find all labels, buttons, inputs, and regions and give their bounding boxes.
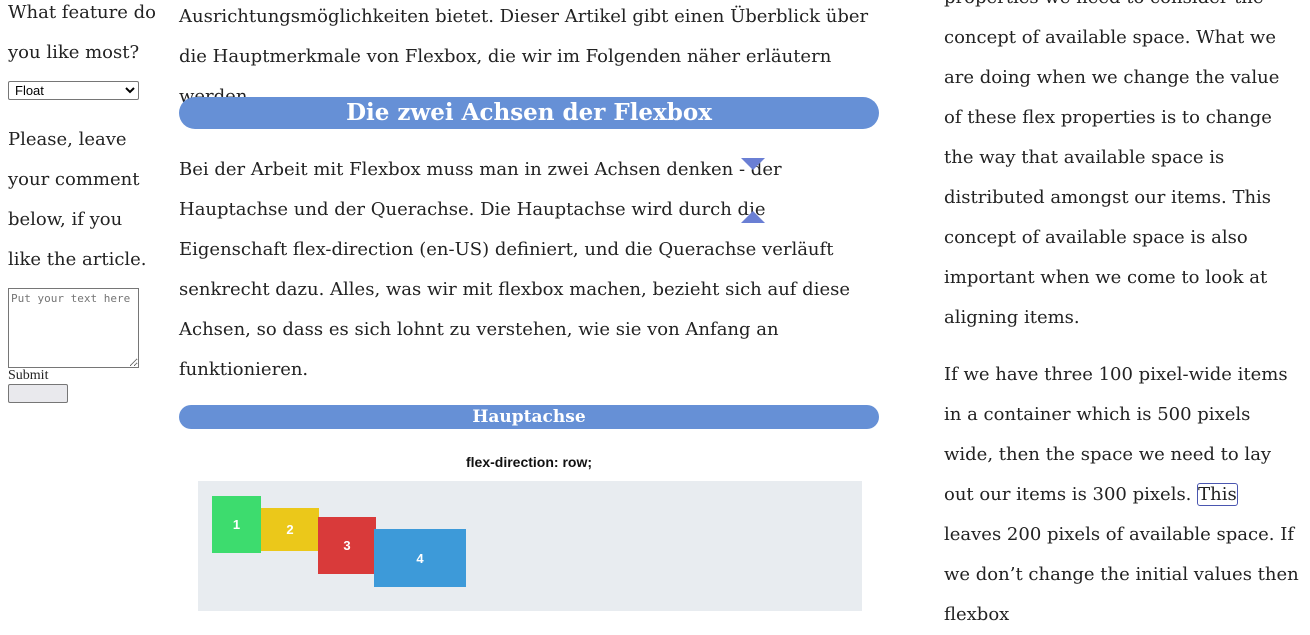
figure-caption: flex-direction: row; [465,454,592,470]
flex-item-3: 3 [318,517,376,574]
feature-question: What feature do you like most? [8,2,156,63]
comment-textarea[interactable] [8,288,139,368]
available-space-paragraph: properties we need to consider the conce… [944,0,1280,328]
axes-paragraph: Bei der Arbeit mit Flexbox muss man in z… [179,159,851,380]
pixel-example-text-end: leaves 200 pixels of available space. If… [944,524,1299,625]
flex-direction-figure: flex-direction: row; 1 2 3 4 [179,449,879,611]
pixel-example-paragraph: If we have three 100 pixel-wide items in… [944,355,1299,635]
flex-item-1: 1 [212,496,261,553]
section-heading: Die zwei Achsen der Flexbox [179,97,879,129]
subsection-heading: Hauptachse [179,405,879,429]
flex-item-2: 2 [261,508,319,551]
feature-select[interactable]: Float [8,81,139,100]
highlighted-word: This [1197,483,1238,506]
figure-container: 1 2 3 4 [198,481,862,611]
flex-item-4: 4 [374,529,466,587]
selection-start-marker-icon[interactable] [741,158,765,170]
comment-prompt: Please, leave your comment below, if you… [8,129,147,270]
submit-label: Submit [8,368,49,383]
selection-end-marker-icon[interactable] [741,211,765,223]
sidebar-form: What feature do you like most? Float Ple… [8,0,158,403]
submit-button[interactable] [8,384,68,403]
